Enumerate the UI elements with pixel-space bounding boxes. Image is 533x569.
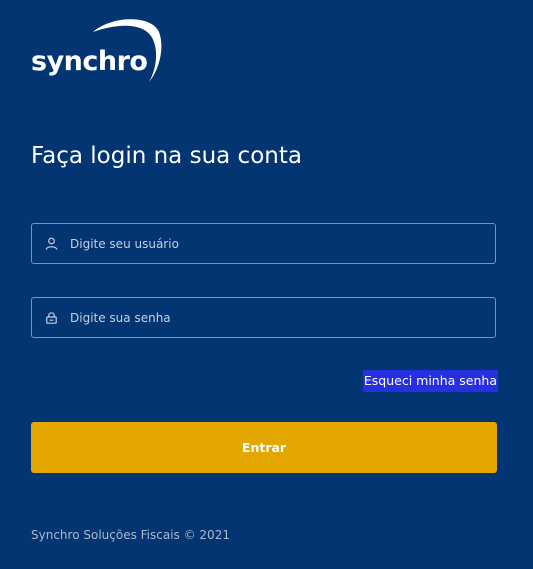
- login-button[interactable]: Entrar: [31, 422, 497, 473]
- user-icon: [44, 237, 58, 251]
- password-field[interactable]: [31, 297, 496, 338]
- username-field[interactable]: [31, 223, 496, 264]
- logo-text: synchro: [31, 46, 148, 77]
- forgot-password-link[interactable]: Esqueci minha senha: [362, 370, 498, 392]
- footer-copyright: Synchro Soluções Fiscais © 2021: [31, 528, 230, 542]
- synchro-logo: synchro: [31, 18, 171, 86]
- page-title: Faça login na sua conta: [31, 143, 302, 169]
- password-input[interactable]: [70, 298, 495, 337]
- lock-icon: [44, 311, 58, 325]
- username-input[interactable]: [70, 224, 495, 263]
